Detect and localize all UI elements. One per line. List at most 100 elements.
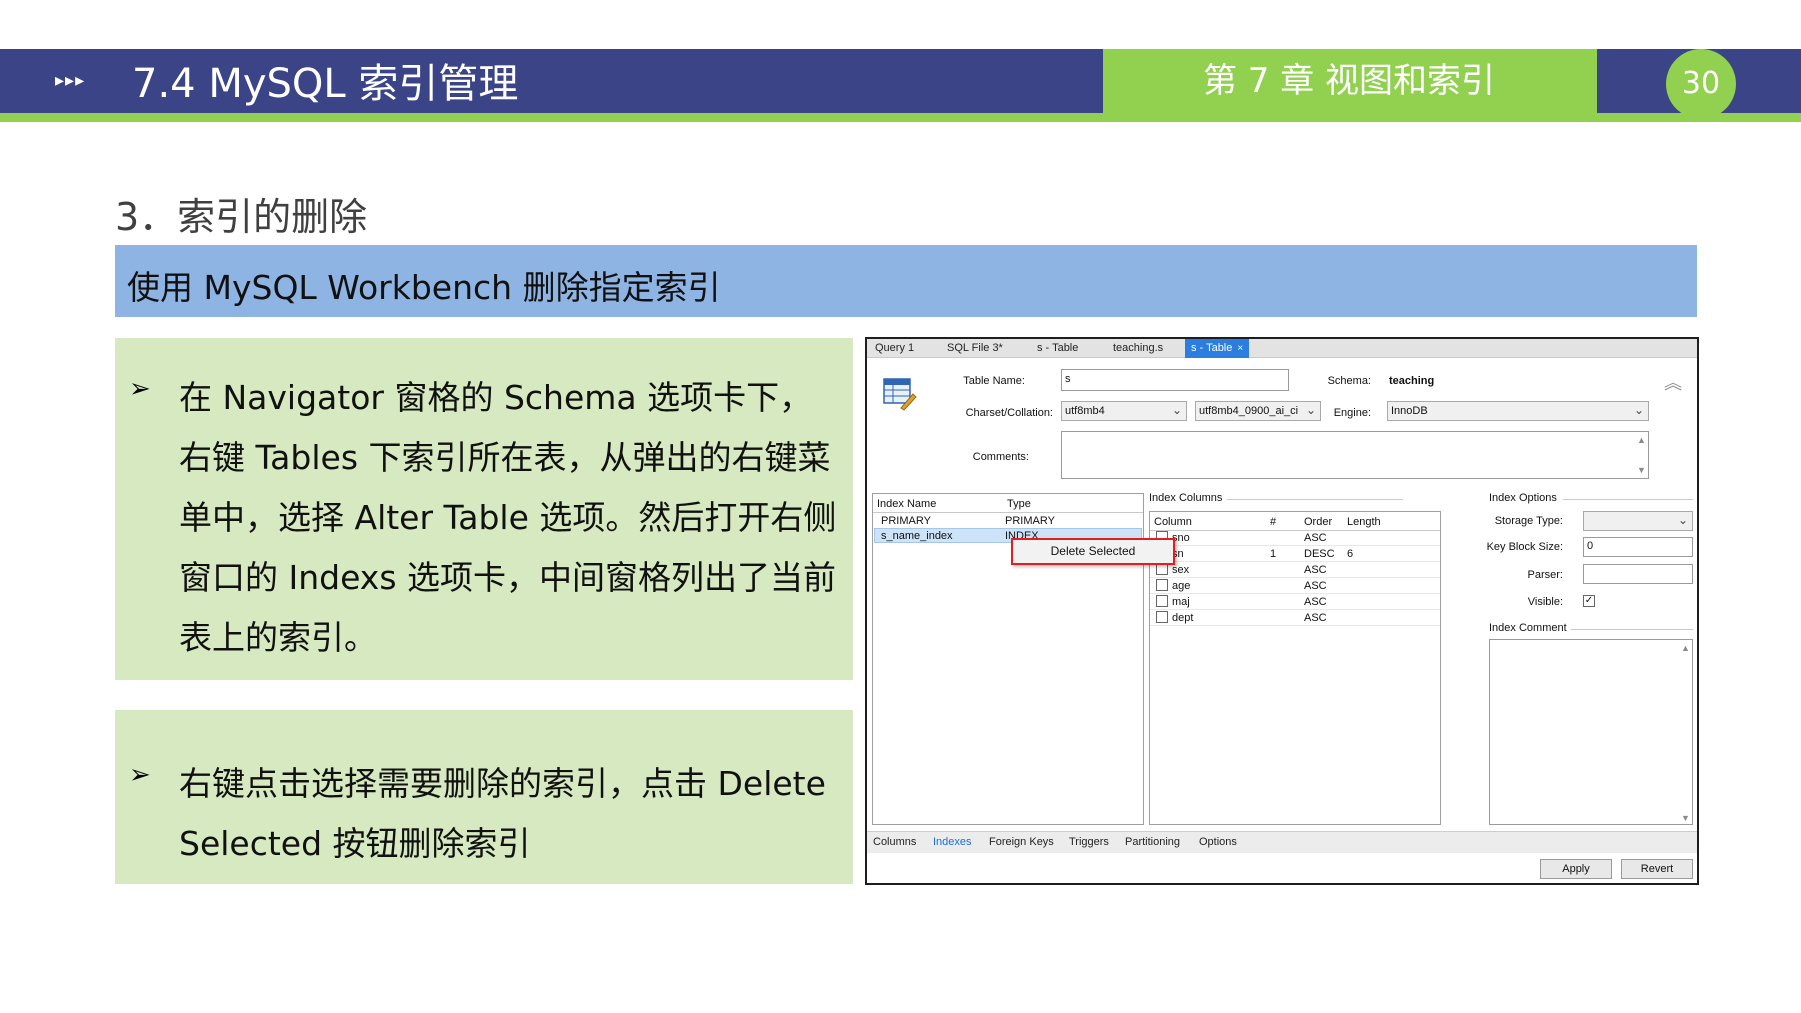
row-divider [1150,561,1440,562]
tab-triggers[interactable]: Triggers [1069,836,1109,848]
divider [1227,499,1403,500]
num-cell: 1 [1270,548,1277,560]
table-name-input[interactable]: s [1061,369,1289,391]
subtitle-bar: 使用 MySQL Workbench 删除指定索引 [115,245,1697,317]
bullet-arrow-icon: ➢ [129,374,151,404]
header-divider [1150,530,1440,531]
row-checkbox[interactable] [1156,595,1168,607]
charset-select[interactable]: utf8mb4 ⌄ [1061,401,1187,421]
index-name-header[interactable]: Index Name [877,498,936,510]
subtitle-text: 使用 MySQL Workbench 删除指定索引 [127,268,721,307]
table-name-label: Table Name: [963,375,1025,387]
column-name-cell: dept [1172,612,1194,624]
collapse-icon[interactable]: ︽ [1664,369,1682,395]
index-comment-title: Index Comment [1489,622,1567,634]
index-comment-textarea[interactable] [1489,639,1693,825]
row-divider [1150,545,1440,546]
tab-foreign-keys[interactable]: Foreign Keys [989,836,1054,848]
chevron-down-icon: ⌄ [1171,403,1182,417]
length-cell: 6 [1347,548,1354,560]
comments-label: Comments: [972,451,1029,463]
index-options-title: Index Options [1489,492,1557,504]
comments-textarea[interactable] [1061,431,1649,479]
tab-columns[interactable]: Columns [873,836,916,848]
schema-label: Schema: [1327,375,1371,387]
apply-button[interactable]: Apply [1540,859,1612,879]
index-columns-grid: Column # Order Length sno ASC ✓ sn 1 DES… [1149,511,1441,825]
divider [1563,499,1693,500]
index-columns-title: Index Columns [1149,492,1223,504]
revert-button[interactable]: Revert [1621,859,1693,879]
table-editor-icon [883,378,917,411]
length-header[interactable]: Length [1347,516,1381,528]
workbench-window: Query 1 SQL File 3* s - Table teaching.s… [865,337,1699,885]
tab-s-table[interactable]: s - Table [1031,339,1084,358]
slide-section-title: 7.4 MySQL 索引管理 [132,61,519,107]
visible-label: Visible: [1527,596,1563,608]
column-header[interactable]: Column [1154,516,1192,528]
order-cell: ASC [1304,596,1327,608]
engine-value: InnoDB [1391,405,1428,417]
chevron-down-icon: ⌄ [1633,403,1644,417]
charset-value: utf8mb4 [1065,405,1105,417]
header-arrows-icon: ▸▸▸ [55,70,86,91]
page-title: 3．索引的删除 [115,195,368,239]
scroll-up-icon[interactable]: ▲ [1681,643,1690,653]
engine-label: Engine: [1333,407,1371,419]
tab-sql-file-3[interactable]: SQL File 3* [941,339,1009,358]
page-number-badge: 30 [1666,49,1736,119]
schema-value: teaching [1389,375,1435,387]
index-row-type[interactable]: PRIMARY [1005,515,1055,527]
storage-type-select[interactable]: ⌄ [1583,511,1693,531]
bullet-text-1: 在 Navigator 窗格的 Schema 选项卡下，右键 Tables 下索… [179,378,837,657]
tab-partitioning[interactable]: Partitioning [1125,836,1180,848]
tab-query-1[interactable]: Query 1 [869,339,920,358]
tab-teaching-s[interactable]: teaching.s [1107,339,1169,358]
column-name-cell: age [1172,580,1191,592]
editor-tab-bar: Query 1 SQL File 3* s - Table teaching.s… [867,339,1697,358]
header-underline [0,113,1801,122]
index-row-name[interactable]: s_name_index [881,530,953,542]
divider [1571,629,1693,630]
chevron-down-icon: ⌄ [1677,513,1688,527]
row-divider [1150,609,1440,610]
row-checkbox[interactable] [1156,579,1168,591]
column-name-cell: maj [1172,596,1190,608]
row-checkbox[interactable] [1156,611,1168,623]
parser-input[interactable] [1583,564,1693,584]
row-divider [1150,593,1440,594]
chapter-label: 第 7 章 视图和索引 [1103,49,1597,113]
order-cell: ASC [1304,532,1327,544]
tab-options[interactable]: Options [1199,836,1237,848]
header-divider [873,512,1143,513]
table-editor-tabs: Columns Indexes Foreign Keys Triggers Pa… [867,831,1697,853]
bullet-box-1: ➢ 在 Navigator 窗格的 Schema 选项卡下，右键 Tables … [115,338,853,680]
charset-label: Charset/Collation: [965,407,1053,419]
storage-type-label: Storage Type: [1494,515,1563,527]
bullet-text-2: 右键点击选择需要删除的索引，点击 Delete Selected 按钮删除索引 [179,764,826,863]
bullet-box-2: ➢ 右键点击选择需要删除的索引，点击 Delete Selected 按钮删除索… [115,710,853,884]
column-name-cell: sex [1172,564,1190,576]
order-cell: DESC [1304,548,1335,560]
visible-checkbox[interactable]: ✓ [1583,595,1595,607]
order-header[interactable]: Order [1304,516,1332,528]
order-cell: ASC [1304,612,1327,624]
key-block-size-input[interactable]: 0 [1583,537,1693,557]
scroll-up-icon[interactable]: ▲ [1637,435,1646,445]
scroll-down-icon[interactable]: ▼ [1681,813,1690,823]
order-cell: ASC [1304,580,1327,592]
close-icon[interactable]: × [1237,343,1243,354]
scroll-down-icon[interactable]: ▼ [1637,465,1646,475]
tab-label: s - Table [1191,342,1233,354]
bullet-arrow-icon: ➢ [129,760,151,790]
row-divider [1150,577,1440,578]
index-row-name[interactable]: PRIMARY [881,515,931,527]
delete-selected-menu-item[interactable]: Delete Selected [1011,538,1175,565]
engine-select[interactable]: InnoDB ⌄ [1387,401,1649,421]
num-header[interactable]: # [1270,516,1276,528]
key-block-size-label: Key Block Size: [1486,541,1563,553]
index-type-header[interactable]: Type [1007,498,1031,510]
order-cell: ASC [1304,564,1327,576]
tab-s-table-active[interactable]: s - Table × [1185,339,1250,358]
tab-indexes[interactable]: Indexes [933,836,972,848]
